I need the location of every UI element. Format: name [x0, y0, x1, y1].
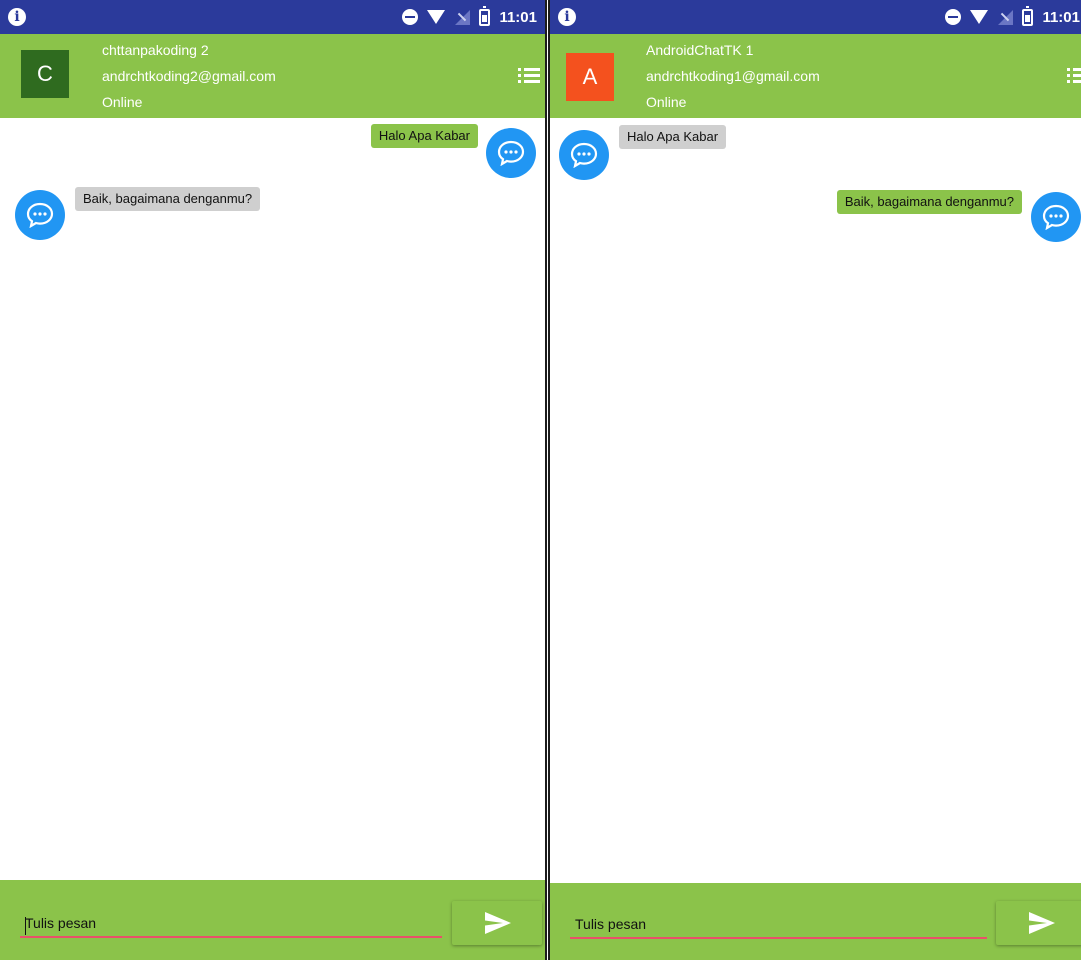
message-input[interactable]	[20, 912, 442, 938]
status-icons: 11:01	[402, 5, 537, 27]
contact-name: chttanpakoding 2	[102, 42, 209, 58]
status-bar: i 11:01	[0, 0, 545, 34]
chat-bubble-icon	[1031, 192, 1081, 242]
contact-info: AndroidChatTK 1 andrchtkoding1@gmail.com…	[646, 40, 820, 118]
send-button[interactable]	[452, 901, 542, 945]
dnd-icon	[945, 9, 962, 25]
status-icons: 11:01	[945, 5, 1080, 27]
menu-list-icon[interactable]	[518, 68, 540, 84]
send-button[interactable]	[996, 901, 1081, 945]
wifi-icon	[970, 10, 989, 24]
info-icon: i	[558, 8, 576, 26]
info-icon: i	[8, 8, 26, 26]
status-time: 11:01	[1042, 8, 1080, 26]
contact-email: andrchtkoding2@gmail.com	[102, 68, 276, 84]
message-composer	[550, 883, 1081, 960]
wifi-icon	[427, 10, 446, 24]
right-phone-screen: i 11:01 A AndroidChatTK 1 andrchtkoding1…	[550, 0, 1081, 960]
battery-icon	[1022, 5, 1034, 26]
send-icon	[485, 912, 511, 934]
battery-icon	[479, 5, 491, 26]
dnd-icon	[402, 9, 419, 25]
received-message-bubble: Baik, bagaimana denganmu?	[75, 187, 261, 211]
signal-icon	[997, 9, 1014, 25]
message-composer	[0, 880, 545, 960]
send-icon	[1029, 912, 1055, 934]
contact-avatar[interactable]: A	[566, 53, 614, 101]
chat-header: A AndroidChatTK 1 andrchtkoding1@gmail.c…	[550, 34, 1081, 118]
sent-message-bubble: Halo Apa Kabar	[370, 124, 478, 148]
status-time: 11:01	[499, 8, 537, 26]
chat-header: C chttanpakoding 2 andrchtkoding2@gmail.…	[0, 34, 545, 118]
contact-name: AndroidChatTK 1	[646, 42, 754, 58]
sent-message-bubble: Baik, bagaimana denganmu?	[836, 190, 1022, 214]
status-bar: i 11:01	[550, 0, 1081, 34]
text-cursor	[25, 917, 26, 935]
signal-icon	[454, 9, 471, 25]
message-input[interactable]	[570, 913, 987, 939]
contact-status: Online	[102, 94, 143, 110]
chat-bubble-icon	[559, 130, 609, 180]
chat-bubble-icon	[486, 128, 536, 178]
contact-email: andrchtkoding1@gmail.com	[646, 68, 820, 84]
contact-info: chttanpakoding 2 andrchtkoding2@gmail.co…	[102, 40, 276, 118]
received-message-bubble: Halo Apa Kabar	[619, 125, 727, 149]
contact-avatar[interactable]: C	[21, 50, 69, 98]
chat-bubble-icon	[15, 190, 65, 240]
menu-list-icon[interactable]	[1067, 68, 1081, 84]
left-phone-screen: i 11:01 C chttanpakoding 2 andrchtkoding…	[0, 0, 545, 960]
contact-status: Online	[646, 94, 687, 110]
